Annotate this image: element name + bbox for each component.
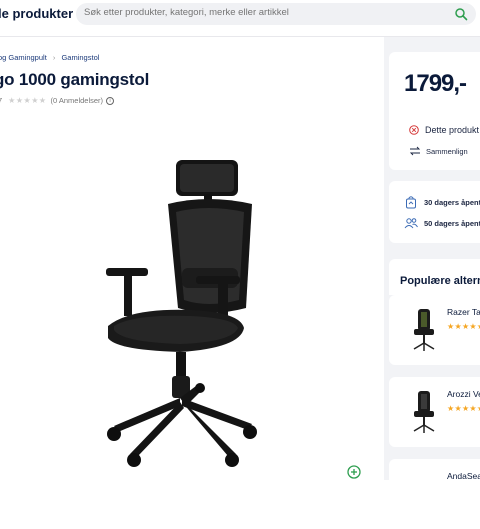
return-bag-icon	[406, 196, 416, 209]
compare-button[interactable]: Sammenlign	[409, 146, 468, 156]
list-item[interactable]: Razer Tarc ★★★★★	[389, 295, 480, 365]
close-circle-icon	[409, 125, 419, 135]
all-products-nav[interactable]: le produkter	[0, 6, 73, 21]
rating-stars[interactable]: ★★★★★	[8, 96, 46, 105]
perk-item[interactable]: 50 dagers åpent	[404, 216, 480, 230]
perks-card: 30 dagers åpent 50 dagers åpent	[389, 181, 480, 243]
alt-rating-stars: ★★★★★	[447, 404, 480, 413]
compare-label: Sammenlign	[426, 146, 468, 156]
perk-label: 50 dagers åpent	[424, 218, 480, 228]
search-bar[interactable]	[76, 3, 476, 25]
alt-product-name[interactable]: Razer Tarc	[447, 307, 480, 317]
search-icon[interactable]	[454, 7, 468, 21]
price: 1799,-	[404, 70, 467, 97]
product-thumbnail[interactable]	[411, 389, 437, 435]
price-card: 1799,- Dette produkt Sammenlign	[389, 52, 480, 170]
breadcrumb-item-gaming-desk[interactable]: og Gamingpult	[0, 53, 47, 62]
alternatives-title: Populære alterna	[400, 275, 480, 287]
popular-alternatives: Populære alterna Razer Tarc ★★★★★ Arozzi…	[389, 259, 480, 529]
perk-item[interactable]: 30 dagers åpent	[404, 195, 480, 209]
alt-rating-stars: ★★★★★	[447, 322, 480, 331]
perk-label: 30 dagers åpent	[424, 197, 480, 207]
stock-status: Dette produkt	[409, 125, 479, 135]
page-title: go 1000 gamingstol	[0, 70, 150, 89]
list-item[interactable]: AndaSeat	[389, 459, 480, 529]
list-item[interactable]: Arozzi Ve ★★★★★	[389, 377, 480, 447]
stock-text: Dette produkt	[425, 125, 480, 135]
zoom-icon[interactable]	[346, 464, 362, 480]
product-thumbnail[interactable]	[411, 307, 437, 353]
alt-product-name[interactable]: Arozzi Ve	[447, 389, 480, 399]
top-bar: le produkter	[0, 0, 480, 36]
product-image[interactable]	[100, 158, 270, 470]
chevron-right-icon: ›	[52, 53, 56, 62]
compare-icon	[409, 146, 421, 156]
rating-row: 7 ★★★★★ (0 Anmeldelser) i	[0, 96, 115, 105]
reviews-count[interactable]: (0 Anmeldelser)	[51, 96, 104, 105]
breadcrumb: og Gamingpult › Gamingstol	[0, 53, 99, 62]
breadcrumb-item-gaming-chair[interactable]: Gamingstol	[61, 53, 99, 62]
info-icon[interactable]: i	[106, 96, 115, 105]
search-input[interactable]	[84, 7, 444, 18]
sku-fragment: 7	[0, 96, 3, 105]
users-icon	[404, 218, 418, 229]
